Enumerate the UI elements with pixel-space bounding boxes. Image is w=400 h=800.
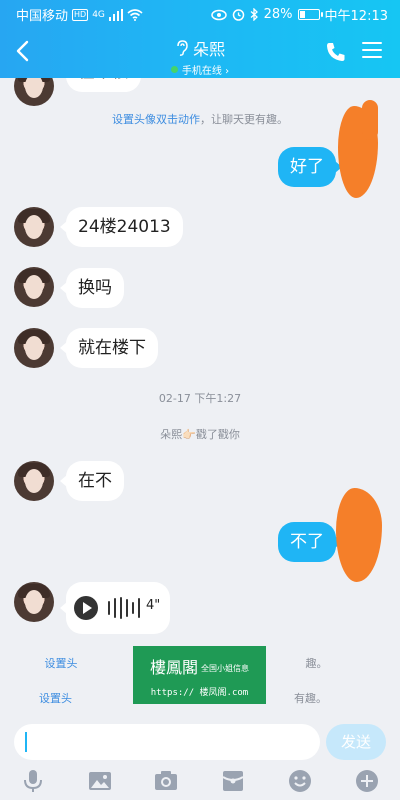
avatar[interactable] xyxy=(14,328,54,368)
status-bar: 中国移动 HD 4G 28% 中午12:13 xyxy=(0,0,400,28)
clock: 中午12:13 xyxy=(324,9,388,24)
carrier-label: 中国移动 xyxy=(16,9,69,24)
microphone-icon[interactable] xyxy=(20,768,46,794)
message-bubble-incoming[interactable]: 换吗 xyxy=(60,268,124,308)
ad-overlay[interactable]: 樓鳳閣 全国小姐信息 https:// 楼凤阁.com xyxy=(133,646,266,704)
voice-duration: 4" xyxy=(146,598,161,613)
network-label: 4G xyxy=(92,9,105,20)
message-bubble-incoming[interactable]: 在不 xyxy=(60,461,124,501)
message-bubble-outgoing[interactable]: 不了 xyxy=(278,522,342,562)
system-tip-text: 有趣。 xyxy=(294,692,327,705)
send-button[interactable]: 发送 xyxy=(326,724,386,760)
camera-icon[interactable] xyxy=(153,768,179,794)
online-status-dot xyxy=(170,66,178,73)
play-icon[interactable] xyxy=(74,596,98,620)
battery-icon xyxy=(297,9,323,20)
contact-name: 朵熙 xyxy=(192,40,225,59)
redaction-blob xyxy=(336,488,382,582)
chat-header: 中国移动 HD 4G 28% 中午12:13 朵熙 手机在线 › xyxy=(0,0,400,78)
signal-icon xyxy=(108,8,123,21)
avatar[interactable] xyxy=(14,78,54,106)
timestamp: 02-17 下午1:27 xyxy=(158,392,242,405)
avatar[interactable] xyxy=(14,461,54,501)
message-bubble-outgoing[interactable]: 好了 xyxy=(278,147,342,187)
system-tip-link[interactable]: 设置头像双击动作 xyxy=(112,113,200,126)
emoji-icon[interactable] xyxy=(287,768,313,794)
redaction-blob xyxy=(362,100,378,140)
avatar[interactable] xyxy=(14,267,54,307)
bluetooth-icon xyxy=(250,8,258,21)
alarm-icon xyxy=(232,9,244,21)
text-cursor xyxy=(25,732,27,752)
menu-icon[interactable] xyxy=(362,42,382,60)
avatar[interactable] xyxy=(14,582,54,622)
message-bubble-incoming[interactable]: 就在楼下 xyxy=(60,328,158,368)
hd-badge: HD xyxy=(72,8,89,21)
battery-fill xyxy=(299,11,306,18)
eye-icon xyxy=(210,9,227,20)
online-status-text: 手机在线 › xyxy=(181,66,230,77)
composer-toolbar xyxy=(0,768,400,798)
composer: 发送 xyxy=(0,720,400,800)
chat-area[interactable]: 在不楼 设置头像双击动作，让聊天更有趣。 好了 24楼24013 换吗 就在楼下… xyxy=(0,78,400,720)
message-bubble-incoming[interactable]: 24楼24013 xyxy=(60,207,183,247)
waveform-icon xyxy=(108,597,140,619)
poke-text: 戳了戳你 xyxy=(195,428,240,441)
plus-icon[interactable] xyxy=(354,768,380,794)
image-icon[interactable] xyxy=(87,768,113,794)
system-tip-text: ，让聊天更有趣。 xyxy=(200,113,288,126)
system-tip-link[interactable]: 设置头 xyxy=(45,657,78,670)
message-bubble-incoming[interactable]: 在不楼 xyxy=(66,78,141,92)
poke-emoji: 👉🏻 xyxy=(182,428,196,441)
system-tip-text: 趣。 xyxy=(305,657,328,670)
poke-sender: 朵熙 xyxy=(160,428,183,441)
poke-notice: 朵熙👉🏻戳了戳你 xyxy=(0,426,400,442)
ear-icon xyxy=(177,40,188,56)
ad-url: https:// 楼凤阁.com xyxy=(150,688,249,698)
wifi-icon xyxy=(127,8,143,21)
red-packet-icon[interactable] xyxy=(220,768,246,794)
voice-message[interactable]: 4" xyxy=(60,582,170,634)
battery-percent: 28% xyxy=(263,7,293,22)
ad-tagline: 全国小姐信息 xyxy=(201,664,249,673)
ad-title: 樓鳳閣 xyxy=(149,658,198,677)
system-tip-link[interactable]: 设置头 xyxy=(39,692,72,705)
message-input[interactable] xyxy=(14,724,320,760)
avatar[interactable] xyxy=(14,207,54,247)
phone-icon[interactable] xyxy=(324,40,348,64)
